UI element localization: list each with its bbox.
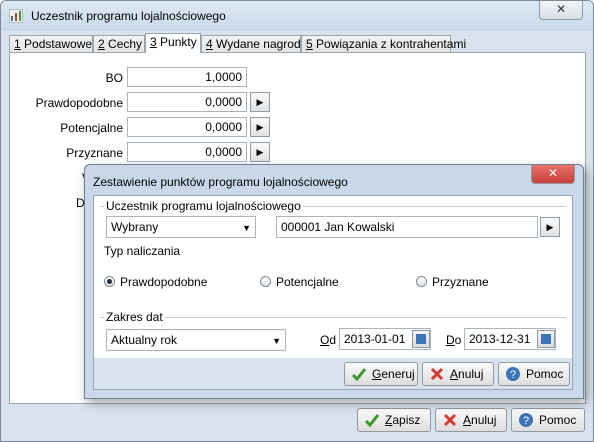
save-button[interactable]: Zapisz — [357, 408, 431, 432]
radio-potential[interactable]: Potencjalne — [260, 275, 339, 289]
granted-label: Przyznane — [66, 146, 123, 160]
date-group-border — [100, 317, 566, 318]
dialog-title: Zestawienie punktów programu lojalnościo… — [93, 175, 348, 189]
calendar-icon — [541, 334, 551, 344]
bo-label: BO — [105, 71, 123, 85]
to-label: Do — [446, 333, 462, 347]
participant-group-label: Uczestnik programu lojalnościowego — [104, 199, 303, 213]
calc-type-label: Typ naliczania — [102, 244, 183, 258]
chevron-down-icon: ▼ — [272, 336, 281, 346]
participant-field[interactable]: 000001 Jan Kowalski — [276, 216, 538, 238]
radio-empty-icon — [416, 276, 427, 288]
participant-select-button[interactable]: ▶ — [540, 217, 560, 237]
report-dialog: Zestawienie punktów programu lojalnościo… — [84, 164, 584, 399]
svg-text:?: ? — [510, 369, 516, 381]
radio-empty-icon — [260, 276, 271, 288]
date-group-label: Zakres dat — [104, 310, 165, 324]
window-title: Uczestnik programu lojalnościowego — [31, 9, 226, 23]
potential-details-button[interactable]: ▶ — [250, 117, 270, 137]
checkmark-icon — [351, 367, 367, 382]
calendar-icon — [416, 334, 426, 344]
tab-cechy[interactable]: 2 Cechy — [93, 35, 145, 52]
dialog-help-button[interactable]: ? Pomoc — [498, 362, 570, 386]
probable-label: Prawdopodobne — [35, 96, 123, 110]
help-button[interactable]: ? Pomoc — [511, 408, 585, 432]
radio-selected-icon — [104, 276, 115, 288]
probable-field[interactable]: 0,0000 — [127, 92, 247, 112]
tab-podstawowe[interactable]: 1 Podstawowe — [9, 35, 93, 52]
title-bar: Uczestnik programu lojalnościowego ✕ — [1, 1, 593, 31]
radio-granted[interactable]: Przyznane — [416, 275, 489, 289]
from-label: Od — [320, 333, 337, 347]
radio-probable[interactable]: Prawdopodobne — [104, 275, 207, 289]
date-from-picker[interactable] — [412, 330, 430, 348]
svg-text:?: ? — [523, 415, 529, 427]
tab-wydane-nagrody[interactable]: 4 Wydane nagrody — [201, 35, 307, 52]
cancel-button[interactable]: Anuluj — [435, 408, 507, 432]
help-icon: ? — [519, 412, 533, 427]
tab-punkty[interactable]: 3 Punkty — [145, 33, 201, 53]
dialog-footer: Generuj Anuluj ? Pomoc — [94, 358, 572, 389]
checkmark-icon — [364, 413, 380, 428]
cross-icon — [430, 367, 444, 380]
probable-details-button[interactable]: ▶ — [250, 92, 270, 112]
date-to-picker[interactable] — [537, 330, 555, 348]
dialog-cancel-button[interactable]: Anuluj — [422, 362, 494, 386]
potential-label: Potencjalne — [60, 121, 123, 135]
app-icon — [9, 9, 23, 23]
dialog-close-button[interactable]: ✕ — [531, 165, 575, 184]
cross-icon — [443, 413, 457, 426]
granted-field[interactable]: 0,0000 — [127, 142, 247, 162]
potential-field[interactable]: 0,0000 — [127, 117, 247, 137]
dialog-body: Uczestnik programu lojalnościowego Wybra… — [93, 195, 573, 390]
participant-mode-select[interactable]: Wybrany ▼ — [106, 216, 256, 238]
tab-powiazania[interactable]: 5 Powiązania z kontrahentami — [301, 35, 466, 52]
date-range-select[interactable]: Aktualny rok ▼ — [106, 329, 286, 351]
chevron-down-icon: ▼ — [242, 223, 251, 233]
generate-button[interactable]: Generuj — [344, 362, 418, 386]
window-close-button[interactable]: ✕ — [539, 1, 583, 20]
help-icon: ? — [506, 366, 520, 381]
bo-field[interactable]: 1,0000 — [127, 67, 247, 87]
granted-details-button[interactable]: ▶ — [250, 142, 270, 162]
